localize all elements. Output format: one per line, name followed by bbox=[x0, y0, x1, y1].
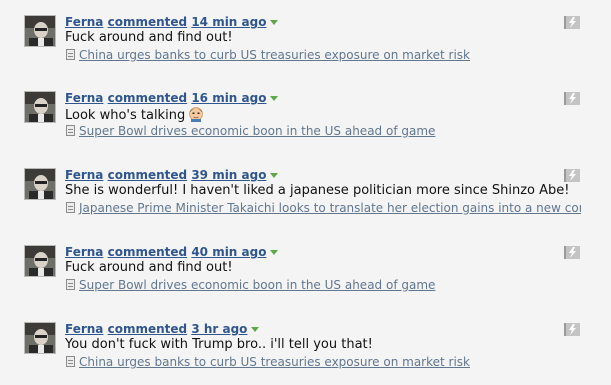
comment-item: Ferna commented 3 hr ago You don't fuck … bbox=[0, 322, 611, 382]
article-link[interactable]: Super Bowl drives economic boon in the U… bbox=[79, 124, 435, 138]
comment-time-link[interactable]: 14 min ago bbox=[191, 15, 266, 29]
comment-verb[interactable]: commented bbox=[108, 245, 188, 259]
comment-header: Ferna commented 16 min ago bbox=[65, 91, 279, 105]
document-icon bbox=[66, 356, 75, 367]
flag-icon[interactable] bbox=[564, 169, 580, 182]
comment-time-link[interactable]: 3 hr ago bbox=[191, 322, 247, 336]
comment-time-link[interactable]: 39 min ago bbox=[191, 168, 266, 182]
article-link[interactable]: Japanese Prime Minister Takaichi looks t… bbox=[79, 201, 581, 215]
flag-icon[interactable] bbox=[564, 323, 580, 336]
article-link-row: Super Bowl drives economic boon in the U… bbox=[66, 124, 581, 138]
comment-time-link[interactable]: 16 min ago bbox=[191, 91, 266, 105]
comment-verb[interactable]: commented bbox=[108, 15, 188, 29]
comment-header: Ferna commented 14 min ago bbox=[65, 15, 279, 29]
comment-text-row: Look who's talking bbox=[65, 106, 204, 124]
flag-icon[interactable] bbox=[564, 16, 580, 29]
chevron-down-icon[interactable] bbox=[270, 96, 279, 101]
chevron-down-icon[interactable] bbox=[270, 250, 279, 255]
comment-item: Ferna commented 16 min ago Look who's ta… bbox=[0, 91, 611, 151]
comment-text: She is wonderful! I haven't liked a japa… bbox=[65, 183, 570, 198]
author-link[interactable]: Ferna bbox=[65, 91, 103, 105]
chevron-down-icon[interactable] bbox=[251, 327, 260, 332]
author-link[interactable]: Ferna bbox=[65, 15, 103, 29]
comment-text: Fuck around and find out! bbox=[65, 260, 233, 275]
comment-verb[interactable]: commented bbox=[108, 168, 188, 182]
chevron-down-icon[interactable] bbox=[270, 20, 279, 25]
comment-verb[interactable]: commented bbox=[108, 322, 188, 336]
comment-item: Ferna commented 40 min ago Fuck around a… bbox=[0, 245, 611, 305]
avatar[interactable] bbox=[24, 168, 56, 200]
article-link-row: China urges banks to curb US treasuries … bbox=[66, 48, 581, 62]
document-icon bbox=[66, 202, 75, 213]
avatar-image bbox=[25, 92, 55, 122]
comment-header: Ferna commented 3 hr ago bbox=[65, 322, 260, 336]
avatar[interactable] bbox=[24, 322, 56, 354]
man-face-emoji-icon bbox=[189, 107, 204, 122]
comment-item: Ferna commented 39 min ago She is wonder… bbox=[0, 168, 611, 228]
comment-header: Ferna commented 39 min ago bbox=[65, 168, 279, 182]
avatar-image bbox=[25, 16, 55, 46]
comment-text: Look who's talking bbox=[65, 108, 186, 123]
avatar-image bbox=[25, 169, 55, 199]
comment-verb[interactable]: commented bbox=[108, 91, 188, 105]
article-link[interactable]: China urges banks to curb US treasuries … bbox=[79, 48, 470, 62]
author-link[interactable]: Ferna bbox=[65, 168, 103, 182]
document-icon bbox=[66, 279, 75, 290]
avatar[interactable] bbox=[24, 91, 56, 123]
comment-header: Ferna commented 40 min ago bbox=[65, 245, 279, 259]
comment-text: You don't fuck with Trump bro.. i'll tel… bbox=[65, 337, 373, 352]
author-link[interactable]: Ferna bbox=[65, 322, 103, 336]
comment-item: Ferna commented 14 min ago Fuck around a… bbox=[0, 15, 611, 75]
article-link-row: China urges banks to curb US treasuries … bbox=[66, 355, 581, 369]
avatar[interactable] bbox=[24, 245, 56, 277]
author-link[interactable]: Ferna bbox=[65, 245, 103, 259]
article-link-row: Japanese Prime Minister Takaichi looks t… bbox=[66, 201, 581, 215]
avatar-image bbox=[25, 323, 55, 353]
article-link[interactable]: Super Bowl drives economic boon in the U… bbox=[79, 278, 435, 292]
avatar-image bbox=[25, 246, 55, 276]
article-link[interactable]: China urges banks to curb US treasuries … bbox=[79, 355, 470, 369]
comment-text: Fuck around and find out! bbox=[65, 30, 233, 45]
comment-time-link[interactable]: 40 min ago bbox=[191, 245, 266, 259]
flag-icon[interactable] bbox=[564, 246, 580, 259]
chevron-down-icon[interactable] bbox=[270, 173, 279, 178]
avatar[interactable] bbox=[24, 15, 56, 47]
document-icon bbox=[66, 125, 75, 136]
article-link-row: Super Bowl drives economic boon in the U… bbox=[66, 278, 581, 292]
document-icon bbox=[66, 49, 75, 60]
flag-icon[interactable] bbox=[564, 92, 580, 105]
